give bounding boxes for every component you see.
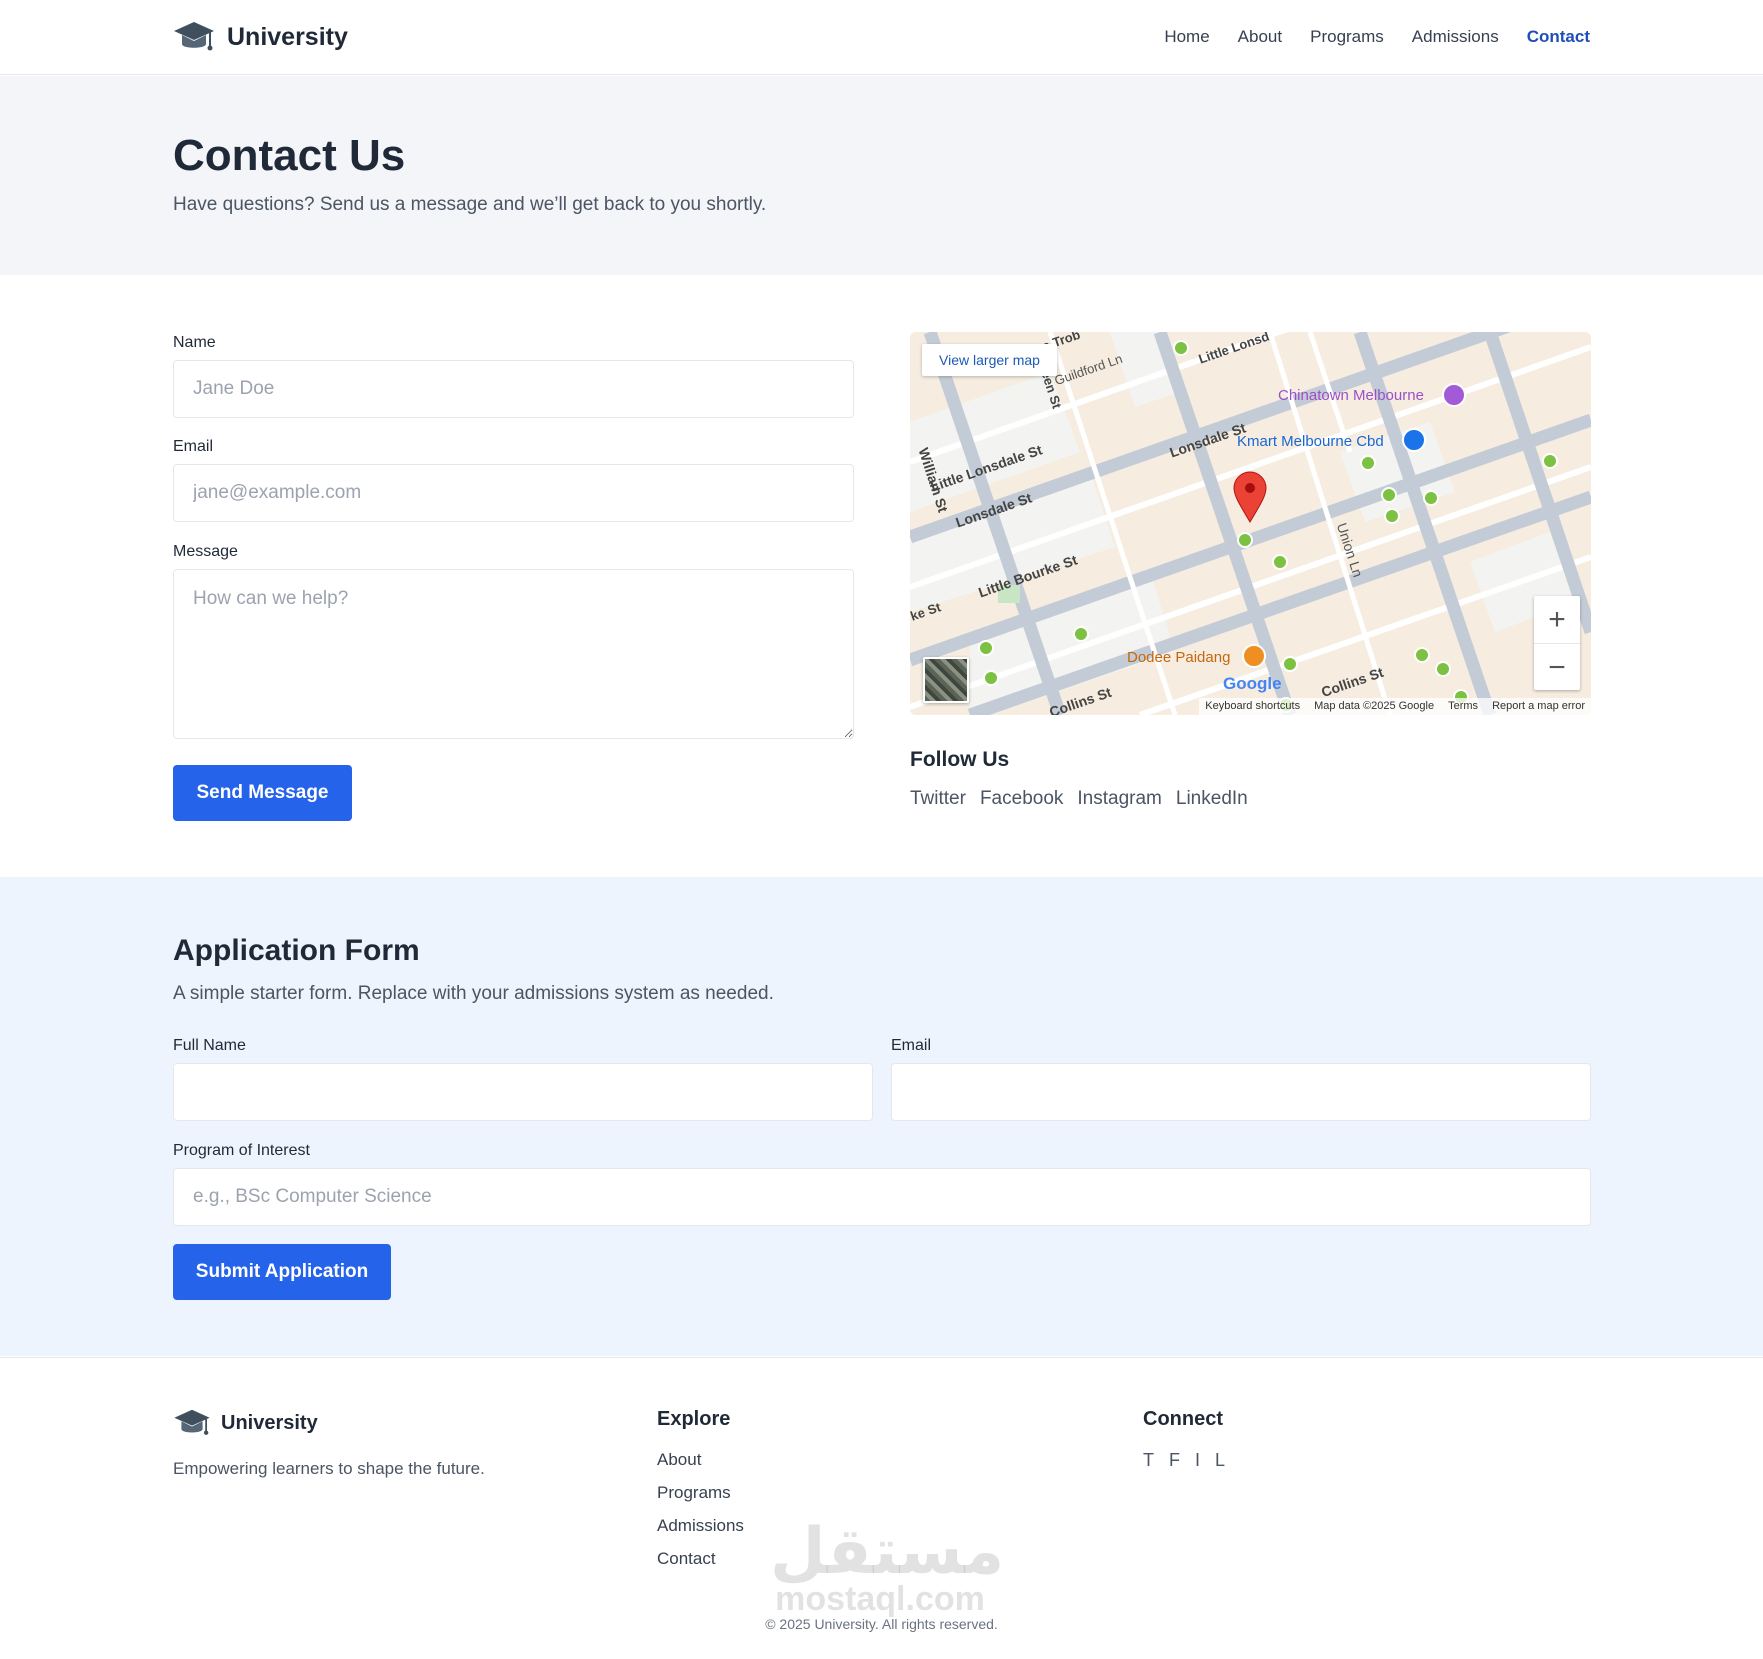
- twitter-link[interactable]: Twitter: [910, 788, 966, 810]
- place-label-chinatown[interactable]: Chinatown Melbourne: [1278, 387, 1424, 404]
- message-label: Message: [173, 543, 238, 560]
- explore-links: About Programs Admissions Contact: [657, 1450, 744, 1569]
- nav-about[interactable]: About: [1238, 27, 1282, 47]
- terms-link[interactable]: Terms: [1448, 698, 1478, 715]
- footer-link-admissions[interactable]: Admissions: [657, 1516, 744, 1536]
- instagram-link[interactable]: Instagram: [1077, 788, 1161, 810]
- application-title: Application Form: [173, 934, 420, 967]
- brand-logo-link[interactable]: University: [173, 20, 348, 54]
- program-label: Program of Interest: [173, 1142, 310, 1159]
- site-header: University Home About Programs Admission…: [0, 0, 1763, 75]
- report-map-error-link[interactable]: Report a map error: [1492, 698, 1585, 715]
- nav-admissions[interactable]: Admissions: [1412, 27, 1499, 47]
- graduation-cap-icon: [174, 1409, 210, 1435]
- watermark: مستقل mostaql.com: [770, 1515, 1005, 1618]
- explore-heading: Explore: [657, 1408, 731, 1430]
- application-email-label: Email: [891, 1037, 932, 1054]
- map-attribution: Keyboard shortcuts Map data ©2025 Google…: [1199, 698, 1591, 715]
- copyright-text: © 2025 University. All rights reserved.: [765, 1616, 998, 1632]
- full-name-label: Full Name: [173, 1037, 246, 1054]
- connect-twitter-link[interactable]: T: [1143, 1450, 1154, 1471]
- footer-link-contact[interactable]: Contact: [657, 1549, 744, 1569]
- nav-contact[interactable]: Contact: [1527, 27, 1590, 47]
- footer-link-programs[interactable]: Programs: [657, 1483, 744, 1503]
- program-input[interactable]: [173, 1168, 1591, 1226]
- footer-brand[interactable]: University: [173, 1408, 318, 1438]
- social-links: Twitter Facebook Instagram LinkedIn: [910, 788, 1248, 810]
- zoom-in-button[interactable]: +: [1534, 596, 1580, 643]
- view-larger-map-link[interactable]: View larger map: [922, 344, 1057, 376]
- email-input[interactable]: [173, 464, 854, 522]
- footer-tagline: Empowering learners to shape the future.: [173, 1459, 485, 1478]
- facebook-link[interactable]: Facebook: [980, 788, 1063, 810]
- submit-application-button[interactable]: Submit Application: [173, 1244, 391, 1300]
- application-email-input[interactable]: [891, 1063, 1591, 1121]
- keyboard-shortcuts-link[interactable]: Keyboard shortcuts: [1205, 698, 1300, 715]
- send-message-button[interactable]: Send Message: [173, 765, 352, 821]
- watermark-latin: mostaql.com: [775, 1580, 985, 1618]
- nav-home[interactable]: Home: [1164, 27, 1209, 47]
- name-input[interactable]: [173, 360, 854, 418]
- watermark-arabic: مستقل: [770, 1515, 1005, 1589]
- place-label-dodee-paidang[interactable]: Dodee Paidang: [1127, 649, 1230, 666]
- follow-us-heading: Follow Us: [910, 748, 1010, 771]
- application-subtitle: A simple starter form. Replace with your…: [173, 983, 774, 1004]
- satellite-toggle[interactable]: [923, 657, 969, 703]
- email-label: Email: [173, 438, 214, 455]
- full-name-input[interactable]: [173, 1063, 873, 1121]
- map-zoom-control: + −: [1534, 596, 1580, 690]
- footer-brand-name: University: [221, 1411, 318, 1434]
- embedded-map[interactable]: Little Lonsdale St Lonsdale St Lonsdale …: [910, 332, 1591, 715]
- connect-links: T F I L: [1143, 1450, 1225, 1471]
- page-title: Contact Us: [173, 131, 406, 180]
- application-section: Application Form A simple starter form. …: [0, 877, 1763, 1356]
- connect-heading: Connect: [1143, 1408, 1223, 1430]
- kmart-marker: [1402, 428, 1426, 452]
- graduation-cap-icon: [174, 22, 214, 51]
- chinatown-marker: [1442, 383, 1466, 407]
- brand-name: University: [227, 22, 348, 51]
- main-nav: Home About Programs Admissions Contact: [1164, 27, 1590, 47]
- connect-linkedin-link[interactable]: L: [1215, 1450, 1225, 1471]
- map-data-text: Map data ©2025 Google: [1314, 700, 1435, 712]
- zoom-out-button[interactable]: −: [1534, 643, 1580, 690]
- name-label: Name: [173, 334, 216, 351]
- footer-link-about[interactable]: About: [657, 1450, 744, 1470]
- hero-section: Contact Us Have questions? Send us a mes…: [0, 76, 1763, 275]
- restaurant-marker: [1242, 644, 1266, 668]
- message-textarea[interactable]: [173, 569, 854, 739]
- connect-facebook-link[interactable]: F: [1169, 1450, 1180, 1471]
- nav-programs[interactable]: Programs: [1310, 27, 1384, 47]
- map-canvas[interactable]: [910, 332, 1591, 715]
- connect-instagram-link[interactable]: I: [1195, 1450, 1200, 1471]
- google-logo: Google: [1223, 674, 1282, 693]
- linkedin-link[interactable]: LinkedIn: [1176, 788, 1248, 810]
- page-subtitle: Have questions? Send us a message and we…: [173, 194, 767, 215]
- place-label-kmart[interactable]: Kmart Melbourne Cbd: [1237, 433, 1384, 450]
